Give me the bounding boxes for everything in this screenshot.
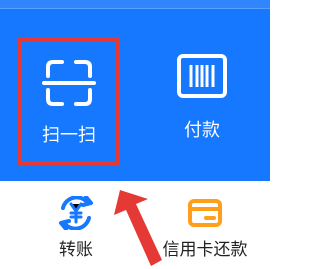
barcode-payment-icon xyxy=(173,49,231,103)
pay-button[interactable]: 付款 xyxy=(143,37,261,165)
scan-button[interactable]: 扫一扫 xyxy=(18,37,120,165)
pay-label: 付款 xyxy=(184,120,220,141)
screenshot-root: 扫一扫 付款 转账 信用卡还款 xyxy=(0,0,270,269)
credit-card-repayment-label: 信用卡还款 xyxy=(162,240,248,260)
main-action-panel: 扫一扫 付款 xyxy=(0,0,270,181)
search-bar-edge[interactable] xyxy=(0,0,270,9)
credit-card-icon xyxy=(184,196,226,230)
credit-card-repayment-button[interactable]: 信用卡还款 xyxy=(146,196,264,269)
scan-icon xyxy=(40,58,98,108)
transfer-button[interactable]: 转账 xyxy=(34,195,118,269)
transfer-label: 转账 xyxy=(59,240,93,260)
yen-transfer-icon xyxy=(55,195,97,231)
scan-label: 扫一扫 xyxy=(42,125,96,146)
